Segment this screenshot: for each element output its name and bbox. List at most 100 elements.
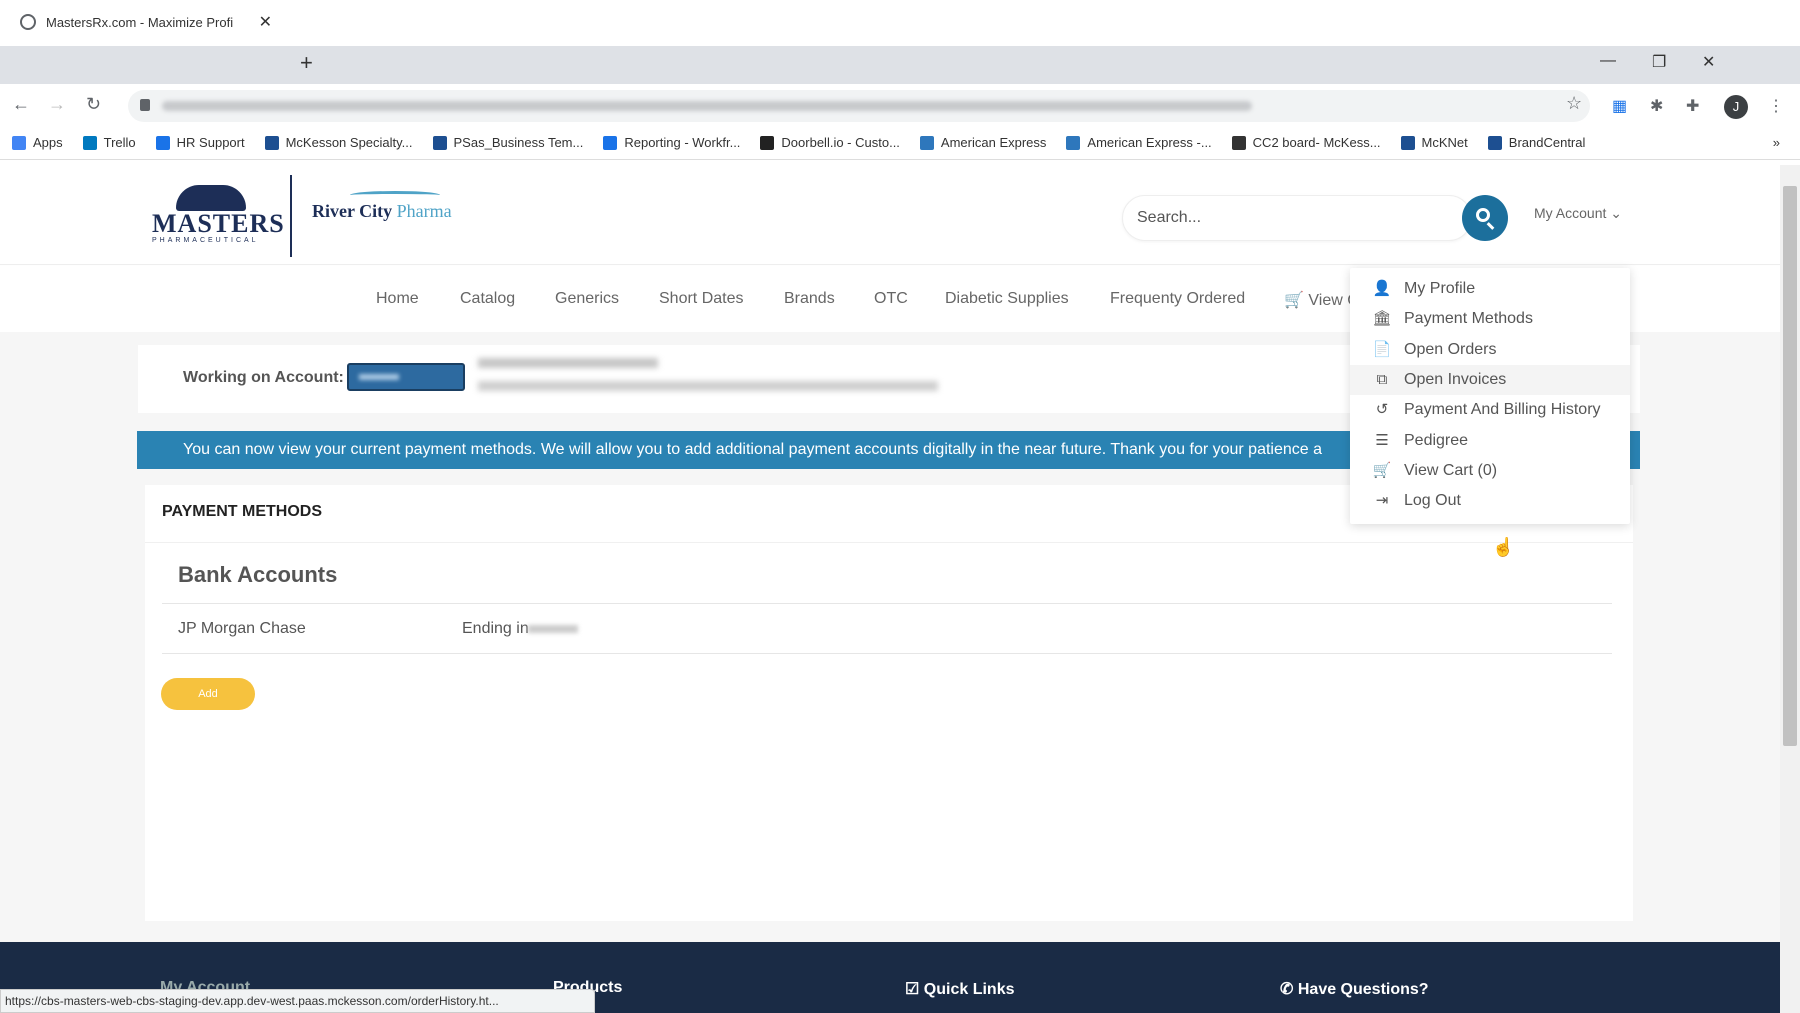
footer-quick-links-label: Quick Links [923, 981, 1015, 998]
bookmark-item[interactable]: American Express -... [1066, 135, 1212, 150]
user-icon: 👤 [1372, 280, 1392, 297]
bookmark-label: HR Support [176, 135, 245, 150]
masters-logo[interactable]: MASTERS PHARMACEUTICAL [152, 185, 284, 245]
account-label: Working on Account: [183, 369, 344, 386]
dropdown-item[interactable]: ↺ Payment And Billing History [1350, 395, 1630, 425]
extension-icon[interactable]: ✱ [1650, 96, 1663, 116]
restore-button[interactable]: ❐ [1652, 52, 1666, 72]
nav-item-label: Catalog [460, 290, 516, 307]
dropdown-item[interactable]: ⧉ Open Invoices [1350, 364, 1630, 395]
nav-item-label: Generics [555, 290, 620, 307]
swoosh-icon [350, 191, 440, 199]
nav-item[interactable]: Catalog [460, 290, 515, 308]
payment-methods-card [145, 485, 1633, 921]
address-url-redacted [162, 101, 1252, 111]
bookmark-label: Doorbell.io - Custo... [781, 135, 900, 150]
tab-close-icon[interactable]: ✕ [259, 12, 272, 32]
bank-icon: 🏛 [1372, 310, 1392, 328]
bookmark-item[interactable]: Doorbell.io - Custo... [760, 135, 900, 150]
bank-accounts-title: Bank Accounts [178, 562, 338, 587]
bookmark-label: American Express [940, 135, 1047, 150]
account-address-redacted [478, 381, 938, 391]
nav-item[interactable]: OTC [874, 290, 908, 308]
bookmarks-more-icon[interactable]: » [1773, 135, 1780, 150]
reload-icon[interactable]: ↻ [86, 94, 101, 115]
bookmark-label: Trello [103, 135, 136, 150]
account-select[interactable] [347, 363, 465, 391]
bookmark-item[interactable]: Trello [82, 135, 136, 150]
extension-windows-icon[interactable]: ▦ [1612, 96, 1627, 116]
list-icon: ☰ [1375, 431, 1389, 449]
dropdown-item-label: View Cart (0) [1404, 461, 1498, 479]
puzzle-icon[interactable]: ✚ [1686, 96, 1699, 116]
tab-title: MastersRx.com - Maximize Profi [46, 14, 234, 30]
bookmark-icon [1487, 135, 1502, 150]
bookmark-item[interactable]: Reporting - Workfr... [603, 135, 740, 150]
profile-avatar[interactable]: J [1724, 95, 1748, 119]
bookmark-item[interactable]: American Express [919, 135, 1047, 150]
dropdown-item-label: Open Invoices [1404, 370, 1507, 388]
scrollbar-thumb[interactable] [1783, 186, 1797, 746]
bookmark-item[interactable]: McKesson Specialty... [264, 135, 413, 150]
status-url: https://cbs-masters-web-cbs-staging-dev.… [0, 989, 595, 1013]
my-account-menu[interactable]: My Account ⌄ [1534, 205, 1622, 222]
nav-item-label: Frequenty Ordered [1110, 290, 1246, 307]
search-button[interactable] [1462, 195, 1508, 241]
bookmark-icon [919, 135, 934, 150]
bookmark-item[interactable]: McKNet [1400, 135, 1468, 150]
nav-item[interactable]: Home [376, 290, 419, 308]
divider [145, 542, 1633, 543]
nav-item[interactable]: 🛒 View C [1284, 290, 1359, 310]
dropdown-item[interactable]: ⇥ Log Out [1350, 486, 1630, 516]
back-arrow-icon[interactable]: ← [12, 94, 30, 115]
account-name-redacted [478, 358, 658, 368]
star-icon[interactable]: ☆ [1566, 93, 1582, 114]
nav-item[interactable]: Short Dates [659, 290, 743, 308]
bookmark-label: McKesson Specialty... [285, 135, 413, 150]
bookmark-item[interactable]: BrandCentral [1487, 135, 1585, 150]
browser-tab-bar [0, 46, 1800, 84]
lock-icon [140, 99, 150, 111]
menu-dots-icon[interactable]: ⋮ [1768, 96, 1784, 116]
nav-item-label: Short Dates [659, 290, 744, 307]
bookmark-label: Apps [33, 135, 63, 150]
footer-have-questions-label: Have Questions? [1297, 981, 1429, 998]
bookmark-label: Reporting - Workfr... [624, 135, 741, 150]
footer-have-questions[interactable]: ✆ Have Questions? [1280, 979, 1429, 999]
nav-item[interactable]: Brands [784, 290, 835, 308]
browser-tab[interactable]: MastersRx.com - Maximize Profi ✕ [8, 6, 284, 38]
account-select-redacted [359, 374, 399, 380]
close-window-button[interactable]: ✕ [1702, 52, 1715, 72]
nav-item-label: Brands [784, 290, 835, 307]
dropdown-item[interactable]: 📄 Open Orders [1350, 335, 1630, 365]
bank-name: JP Morgan Chase [178, 620, 306, 637]
bookmark-icon [12, 135, 26, 150]
globe-icon [20, 14, 36, 30]
nav-item[interactable]: Frequenty Ordered [1110, 290, 1245, 308]
bookmark-item[interactable]: PSas_Business Tem... [432, 135, 584, 150]
dropdown-item-label: My Profile [1404, 280, 1476, 297]
bookmarks-bar: Apps Trello HR Support McKesson Specialty..… [0, 126, 1800, 160]
dropdown-item[interactable]: 👤 My Profile [1350, 274, 1630, 304]
dropdown-item-label: Open Orders [1404, 340, 1497, 358]
add-button[interactable]: Add [161, 678, 255, 710]
bookmark-item[interactable]: Apps [12, 135, 63, 150]
nav-item[interactable]: Generics [555, 290, 619, 308]
nav-item-label: OTC [874, 290, 908, 307]
nav-item[interactable]: Diabetic Supplies [945, 290, 1069, 308]
minimize-button[interactable]: — [1600, 52, 1616, 70]
dropdown-item-label: Log Out [1404, 492, 1461, 510]
forward-arrow-icon[interactable]: → [48, 94, 66, 115]
search-input[interactable]: Search... [1122, 195, 1472, 241]
footer-quick-links[interactable]: ☑ Quick Links [905, 979, 1015, 999]
new-tab-button[interactable]: + [300, 50, 313, 76]
cart-icon: 🛒 [1284, 292, 1309, 309]
bookmark-item[interactable]: CC2 board- McKess... [1231, 135, 1381, 150]
dropdown-item[interactable]: ☰ Pedigree [1350, 426, 1630, 456]
search-icon-handle [1486, 222, 1495, 230]
river-city-logo[interactable]: River City Pharma [312, 191, 452, 222]
dropdown-item[interactable]: 🏛 Payment Methods [1350, 304, 1630, 334]
bookmark-label: PSas_Business Tem... [453, 135, 584, 150]
bookmark-item[interactable]: HR Support [155, 135, 245, 150]
dropdown-item[interactable]: 🛒 View Cart (0) [1350, 456, 1630, 486]
